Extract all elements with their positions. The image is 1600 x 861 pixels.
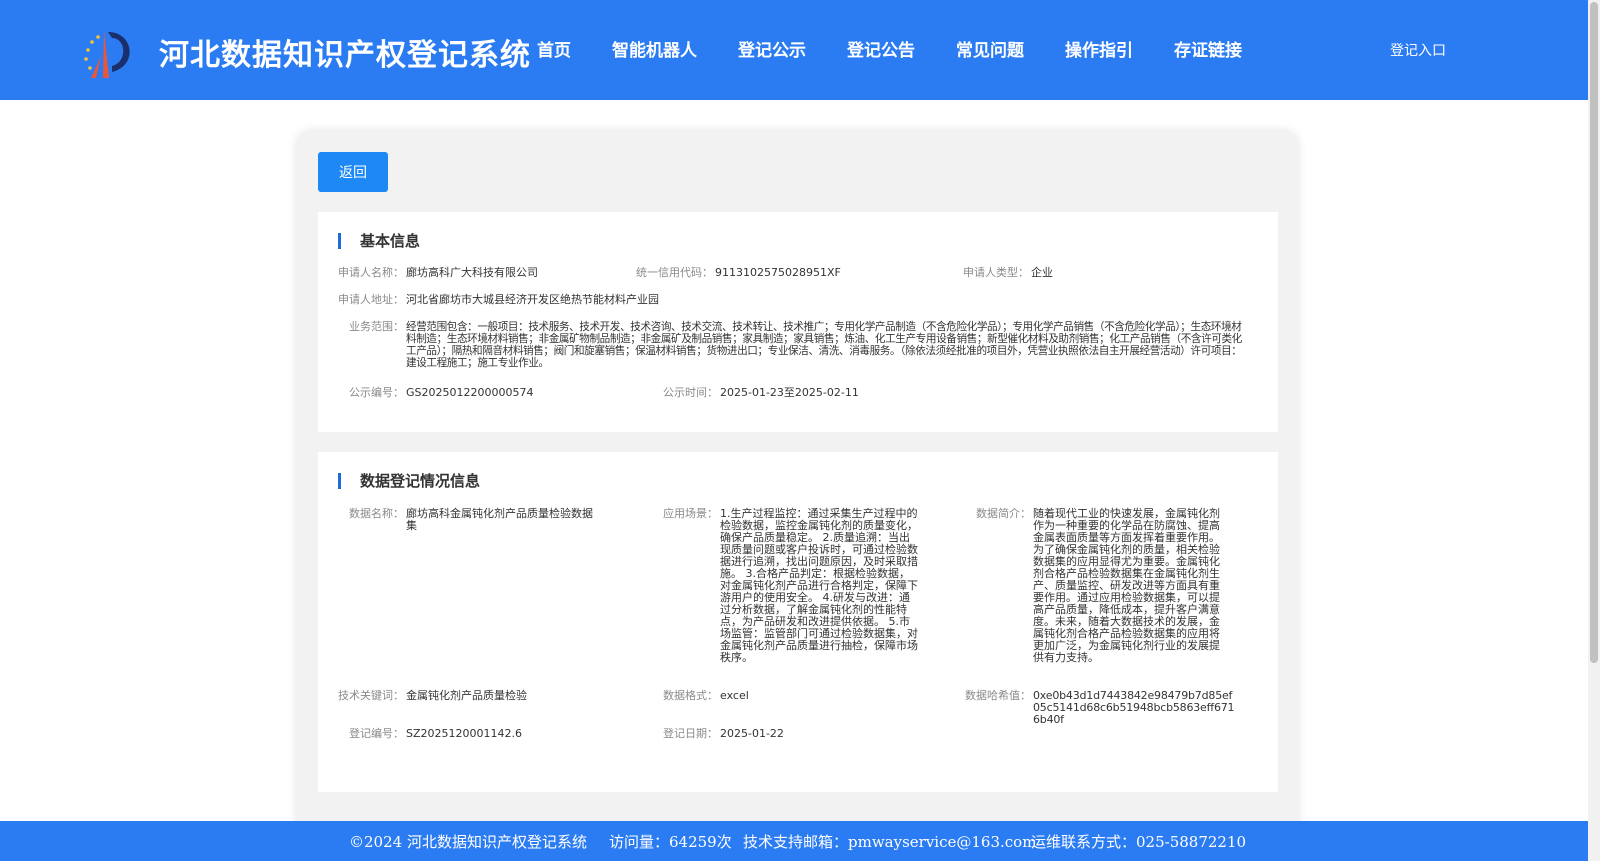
nav-publicity[interactable]: 登记公示 (738, 36, 806, 61)
basic-info-card: 基本信息 申请人名称： 廊坊高科广大科技有限公司 统一信用代码： 9113102… (318, 212, 1278, 432)
footer-copyright: ©2024 河北数据知识产权登记系统 (349, 833, 587, 851)
section-title: 数据登记情况信息 (338, 470, 480, 491)
page-footer: ©2024 河北数据知识产权登记系统 访问量：64259次 技术支持邮箱：pmw… (0, 821, 1588, 861)
data-registration-heading: 数据登记情况信息 (360, 472, 481, 490)
nav-announcement[interactable]: 登记公告 (847, 36, 915, 61)
site-title: 河北数据知识产权登记系统 (159, 38, 531, 73)
logo-icon (84, 30, 130, 78)
nav-evidence-link[interactable]: 存证链接 (1174, 36, 1242, 61)
data-registration-card: 数据登记情况信息 数据名称： 廊坊高科金属钝化剂产品质量检验数据集 应用场景： … (318, 452, 1278, 792)
title-accent-bar (338, 232, 341, 249)
footer-contact-phone: 运维联系方式：025-58872210 (1031, 833, 1247, 851)
back-button[interactable]: 返回 (318, 152, 388, 192)
nav-robot[interactable]: 智能机器人 (612, 36, 697, 61)
title-accent-bar (338, 472, 341, 489)
nav-guide[interactable]: 操作指引 (1065, 36, 1133, 61)
top-header: 河北数据知识产权登记系统 首页 智能机器人 登记公示 登记公告 常见问题 操作指… (0, 0, 1588, 100)
scrollbar-thumb[interactable] (1590, 2, 1598, 663)
nav-faq[interactable]: 常见问题 (956, 36, 1024, 61)
application-scene-field: 应用场景： 1.生产过程监控：通过采集生产过程中的检验数据，监控金属钝化剂的质量… (663, 507, 918, 664)
business-scope-field: 业务范围： 经营范围包含：一般项目：技术服务、技术开发、技术咨询、技术交流、技术… (349, 320, 1242, 370)
detail-panel: 返回 基本信息 申请人名称： 廊坊高科广大科技有限公司 统一信用代码： 9113… (297, 131, 1298, 841)
footer-support-email: 技术支持邮箱：pmwayservice@163.com (743, 833, 1037, 851)
footer-visits: 访问量：64259次 (609, 833, 732, 851)
login-link[interactable]: 登记入口 (1390, 40, 1446, 60)
data-intro-field: 数据简介： 随着现代工业的快速发展，金属钝化剂作为一种重要的化学品在防腐蚀、提高… (976, 507, 1220, 664)
page-scrollbar[interactable] (1588, 0, 1600, 861)
section-title: 基本信息 (338, 230, 420, 251)
nav-home[interactable]: 首页 (537, 36, 571, 61)
basic-info-heading: 基本信息 (360, 232, 421, 250)
main-nav: 首页 智能机器人 登记公示 登记公告 常见问题 操作指引 存证链接 (537, 36, 1283, 61)
